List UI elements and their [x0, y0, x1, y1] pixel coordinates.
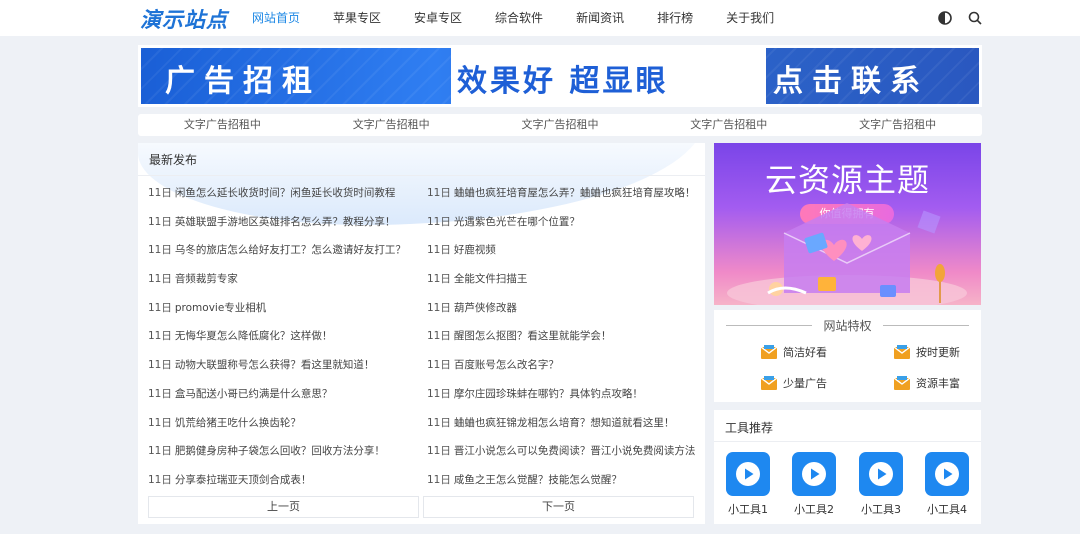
tool-item[interactable]: 小工具1 — [718, 452, 778, 517]
feature-item[interactable]: 少量广告 — [761, 375, 827, 391]
nav-about[interactable]: 关于我们 — [718, 0, 782, 36]
section-title: 最新发布 — [149, 153, 198, 167]
nav-ranking[interactable]: 排行榜 — [649, 0, 701, 36]
site-logo[interactable]: 演示站点 — [140, 4, 228, 34]
envelope-icon — [761, 376, 777, 390]
promo-illustration — [727, 203, 967, 305]
site-features-panel: 网站特权 简洁好看 按时更新 少量广告 资源丰富 — [714, 310, 981, 402]
list-item[interactable]: 11日 闲鱼怎么延长收货时间？闲鱼延长收货时间教程 — [148, 183, 418, 212]
list-item[interactable]: 11日 咸鱼之王怎么觉醒？技能怎么觉醒？ — [427, 470, 697, 499]
list-item[interactable]: 11日 乌冬的旅店怎么给好友打工？怎么邀请好友打工？ — [148, 240, 418, 269]
search-icon[interactable] — [966, 9, 984, 27]
tool-item[interactable]: 小工具4 — [917, 452, 977, 517]
list-item[interactable]: 11日 晋江小说怎么可以免费阅读？晋江小说免费阅读方法 — [427, 441, 697, 470]
nav-news[interactable]: 新闻资讯 — [568, 0, 632, 36]
list-item[interactable]: 11日 盒马配送小哥已约满是什么意思？ — [148, 384, 418, 413]
nav-android[interactable]: 安卓专区 — [406, 0, 470, 36]
nav-home[interactable]: 网站首页 — [244, 0, 308, 36]
list-item[interactable]: 11日 饥荒给猪王吃什么换齿轮？ — [148, 413, 418, 442]
play-icon — [792, 452, 836, 496]
text-ad-link[interactable]: 文字广告招租中 — [138, 114, 307, 136]
list-item[interactable]: 11日 分享泰拉瑞亚天顶剑合成表！ — [148, 470, 418, 499]
tool-item[interactable]: 小工具2 — [784, 452, 844, 517]
top-header: 演示站点 网站首页 苹果专区 安卓专区 综合软件 新闻资讯 排行榜 关于我们 — [0, 0, 1080, 36]
text-ad-link[interactable]: 文字广告招租中 — [476, 114, 645, 136]
banner-text-left: 广告招租 — [165, 64, 321, 99]
main-nav: 网站首页 苹果专区 安卓专区 综合软件 新闻资讯 排行榜 关于我们 — [244, 0, 799, 36]
list-item[interactable]: 11日 百度账号怎么改名字？ — [427, 355, 697, 384]
section-title: 工具推荐 — [725, 421, 774, 435]
feature-item[interactable]: 按时更新 — [894, 344, 960, 360]
promo-banner[interactable]: 云资源主题 你值得拥有 — [714, 143, 981, 305]
play-icon — [925, 452, 969, 496]
text-ad-link[interactable]: 文字广告招租中 — [307, 114, 476, 136]
feature-item[interactable]: 资源丰富 — [894, 375, 960, 391]
banner-text-right: 点击联系 — [773, 64, 929, 99]
text-ad-bar: 文字广告招租中 文字广告招租中 文字广告招租中 文字广告招租中 文字广告招租中 — [138, 114, 982, 136]
nav-apple[interactable]: 苹果专区 — [325, 0, 389, 36]
list-item[interactable]: 11日 好鹿视频 — [427, 240, 697, 269]
next-page-button[interactable]: 下一页 — [423, 496, 694, 518]
tools-panel: 工具推荐 小工具1 小工具2 小工具3 小工具4 — [714, 410, 981, 524]
list-item[interactable]: 11日 英雄联盟手游地区英雄排名怎么弄？教程分享！ — [148, 212, 418, 241]
play-icon — [859, 452, 903, 496]
prev-page-button[interactable]: 上一页 — [148, 496, 419, 518]
latest-list-right: 11日 蛐蛐也疯狂培育屋怎么弄？蛐蛐也疯狂培育屋攻略！ 11日 光遇紫色光芒在哪个位… — [427, 183, 697, 499]
list-item[interactable]: 11日 光遇紫色光芒在哪个位置？ — [427, 212, 697, 241]
list-item[interactable]: 11日 动物大联盟称号怎么获得？看这里就知道！ — [148, 355, 418, 384]
latest-posts-panel: 最新发布 11日 闲鱼怎么延长收货时间？闲鱼延长收货时间教程 11日 英雄联盟手游地… — [138, 143, 705, 524]
list-item[interactable]: 11日 蛐蛐也疯狂培育屋怎么弄？蛐蛐也疯狂培育屋攻略！ — [427, 183, 697, 212]
list-item[interactable]: 11日 promovie专业相机 — [148, 298, 418, 327]
text-ad-link[interactable]: 文字广告招租中 — [813, 114, 982, 136]
tool-item[interactable]: 小工具3 — [851, 452, 911, 517]
header-actions — [936, 9, 984, 27]
list-item[interactable]: 11日 摩尔庄园珍珠蚌在哪钓？具体钓点攻略！ — [427, 384, 697, 413]
text-ad-link[interactable]: 文字广告招租中 — [644, 114, 813, 136]
contrast-icon[interactable] — [936, 9, 954, 27]
nav-software[interactable]: 综合软件 — [487, 0, 551, 36]
list-item[interactable]: 11日 无悔华夏怎么降低腐化？这样做！ — [148, 326, 418, 355]
list-item[interactable]: 11日 音频裁剪专家 — [148, 269, 418, 298]
banner-image[interactable]: 广告招租 效果好 超显眼 点击联系 — [141, 48, 979, 104]
play-icon — [726, 452, 770, 496]
banner-text-middle: 效果好 超显眼 — [457, 64, 669, 99]
list-item[interactable]: 11日 醒图怎么抠图？看这里就能学会！ — [427, 326, 697, 355]
latest-list-left: 11日 闲鱼怎么延长收货时间？闲鱼延长收货时间教程 11日 英雄联盟手游地区英雄排名… — [148, 183, 418, 499]
list-item[interactable]: 11日 肥鹅健身房种子袋怎么回收？回收方法分享！ — [148, 441, 418, 470]
pagination: 上一页 下一页 — [148, 496, 694, 518]
list-item[interactable]: 11日 蛐蛐也疯狂锦龙相怎么培育？想知道就看这里！ — [427, 413, 697, 442]
envelope-icon — [761, 345, 777, 359]
feature-item[interactable]: 简洁好看 — [761, 344, 827, 360]
envelope-icon — [894, 345, 910, 359]
ad-banner[interactable]: 广告招租 效果好 超显眼 点击联系 — [138, 45, 982, 107]
list-item[interactable]: 11日 全能文件扫描王 — [427, 269, 697, 298]
list-item[interactable]: 11日 葫芦侠修改器 — [427, 298, 697, 327]
envelope-icon — [894, 376, 910, 390]
